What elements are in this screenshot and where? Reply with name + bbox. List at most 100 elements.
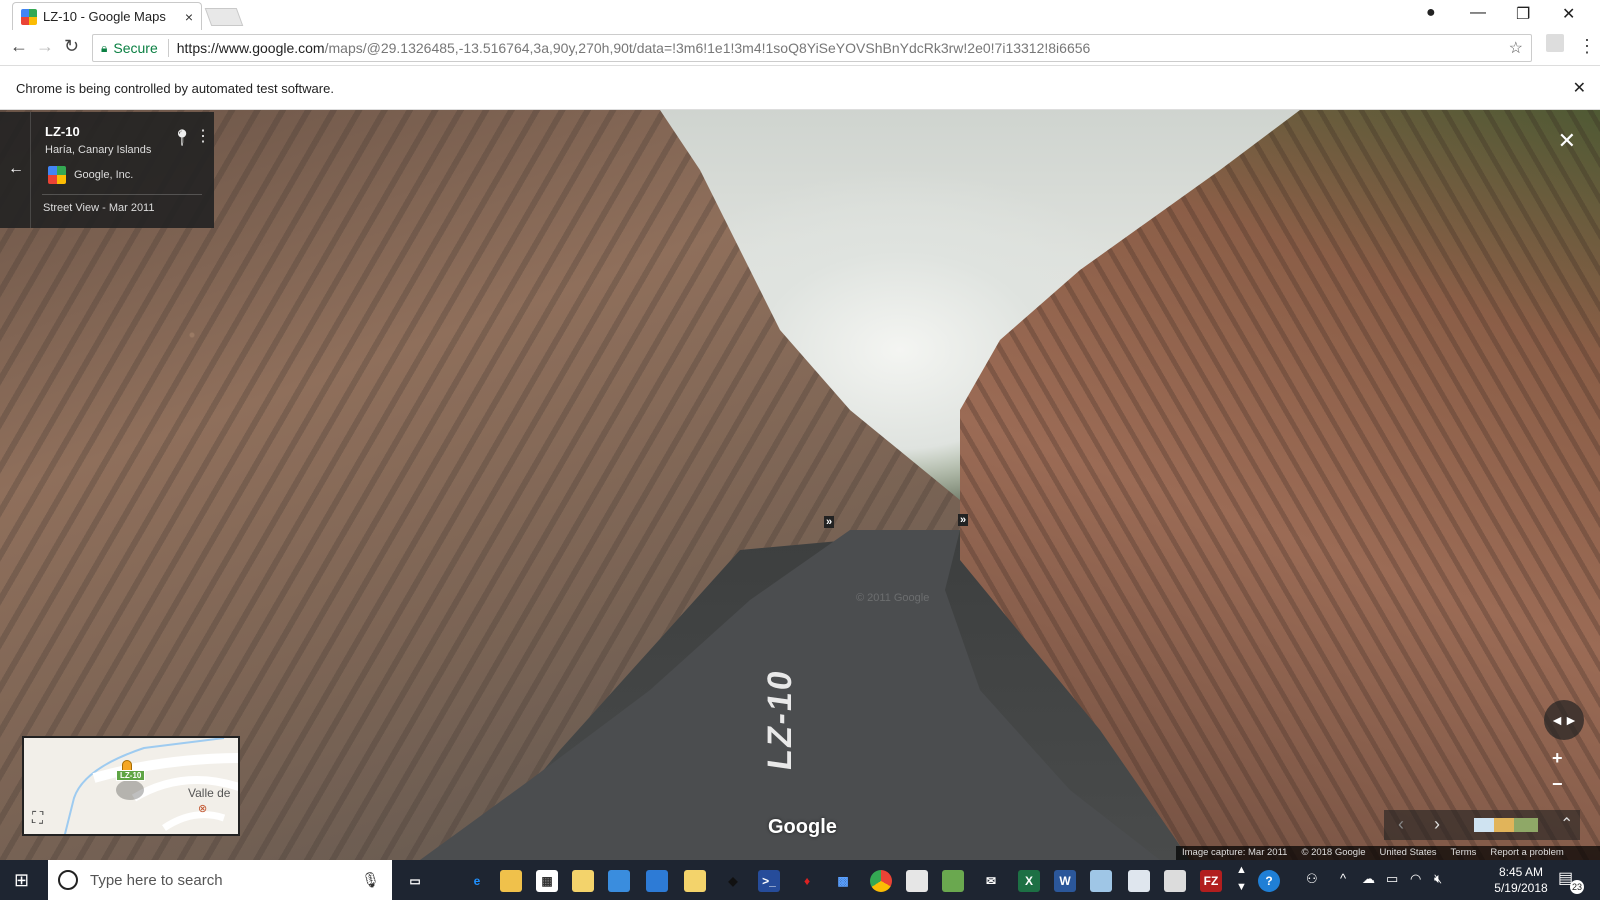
map-pin-icon[interactable]: 📍︎ bbox=[172, 128, 192, 148]
photos-icon[interactable] bbox=[1128, 870, 1150, 892]
file-explorer-icon[interactable] bbox=[500, 870, 522, 892]
url-path: /maps/@29.1326485,-13.516764,3a,90y,270h… bbox=[324, 40, 1091, 56]
minimize-button[interactable]: — bbox=[1470, 4, 1486, 22]
documents-icon[interactable] bbox=[684, 870, 706, 892]
zoom-in-button[interactable]: + bbox=[1552, 748, 1563, 769]
street-view-close-icon[interactable]: ✕ bbox=[1558, 128, 1576, 154]
excel-icon[interactable]: X bbox=[1018, 870, 1040, 892]
store-icon[interactable]: ▦ bbox=[536, 870, 558, 892]
clock-time: 8:45 AM bbox=[1498, 865, 1544, 879]
minimap-place-label: Valle de bbox=[188, 786, 231, 800]
back-to-map-icon[interactable]: ← bbox=[8, 160, 24, 178]
rock-wall-right bbox=[960, 110, 1600, 860]
imagery-watermark: © 2011 Google bbox=[856, 592, 930, 604]
road-shield: LZ-10 bbox=[116, 770, 146, 781]
place-title: LZ-10 bbox=[45, 124, 80, 139]
zoom-out-button[interactable]: − bbox=[1552, 774, 1563, 795]
clock-date: 5/19/2018 bbox=[1494, 881, 1548, 895]
app-icon-3[interactable]: ▩ bbox=[832, 870, 854, 892]
filmstrip-thumbnails[interactable] bbox=[1474, 818, 1538, 832]
road-marking: LZ-10 bbox=[760, 666, 799, 773]
notification-count-badge: 23 bbox=[1570, 880, 1584, 894]
forward-button[interactable]: → bbox=[36, 36, 54, 57]
photo-filmstrip: ‹ › ⌃ bbox=[1384, 810, 1580, 840]
tab-close-icon[interactable]: × bbox=[185, 9, 193, 25]
curve-chevron-sign-left: » bbox=[824, 516, 835, 528]
word-icon[interactable]: W bbox=[1054, 870, 1076, 892]
window-close-button[interactable]: ✕ bbox=[1562, 4, 1575, 24]
outlook-icon[interactable] bbox=[608, 870, 630, 892]
bookmark-star-icon[interactable]: ☆ bbox=[1509, 38, 1523, 58]
filmstrip-expand-icon[interactable]: ⌃ bbox=[1560, 814, 1573, 834]
expand-map-icon[interactable]: ⛶ bbox=[32, 810, 43, 828]
app-icon-2[interactable]: ♦ bbox=[796, 870, 818, 892]
info-card-separator bbox=[42, 194, 202, 195]
image-capture-label: Image capture: Mar 2011 bbox=[1182, 847, 1288, 858]
compass-icon[interactable]: ◄► bbox=[1544, 700, 1584, 740]
onedrive-icon[interactable]: ☁ bbox=[1362, 871, 1375, 887]
filmstrip-prev-icon[interactable]: ‹ bbox=[1398, 814, 1404, 835]
chrome-icon[interactable] bbox=[870, 870, 892, 892]
restore-button[interactable]: ❐ bbox=[1516, 4, 1530, 24]
mail-icon[interactable]: ✉ bbox=[980, 870, 1002, 892]
browser-toolbar: ← → ↻ 🔒︎ Secure https://www.google.com/m… bbox=[0, 30, 1600, 66]
terms-link[interactable]: Terms bbox=[1451, 847, 1477, 859]
taskbar-search-box[interactable]: Type here to search 🎙︎ bbox=[48, 860, 392, 900]
account-icon[interactable]: ● bbox=[1426, 4, 1436, 22]
google-logo: Google bbox=[768, 816, 837, 838]
remote-desktop-icon[interactable] bbox=[1164, 870, 1186, 892]
filezilla-icon[interactable]: FZ bbox=[1200, 870, 1222, 892]
wifi-icon[interactable]: ◠ bbox=[1410, 871, 1421, 887]
back-button[interactable]: ← bbox=[10, 36, 28, 57]
address-bar[interactable]: 🔒︎ Secure https://www.google.com/maps/@2… bbox=[92, 34, 1532, 62]
extension-icon[interactable] bbox=[1546, 34, 1564, 52]
task-view-icon[interactable]: ▭ bbox=[404, 870, 426, 892]
region-link[interactable]: United States bbox=[1379, 847, 1436, 859]
microphone-icon[interactable]: 🎙︎ bbox=[361, 871, 380, 889]
windows-taskbar: ⊞ Type here to search 🎙︎ ▭ e ▦ ◆ >_ ♦ ▩ … bbox=[0, 860, 1600, 900]
browser-tab[interactable]: LZ-10 - Google Maps × bbox=[12, 2, 202, 30]
lock-icon: 🔒︎ bbox=[101, 40, 108, 55]
app-icon-4[interactable] bbox=[906, 870, 928, 892]
street-view-info-card: ← LZ-10 Haría, Canary Islands 📍︎ ⋮ Googl… bbox=[0, 112, 214, 228]
tab-title: LZ-10 - Google Maps bbox=[43, 9, 166, 24]
windows-start-icon[interactable]: ⊞ bbox=[14, 870, 29, 891]
report-problem-link[interactable]: Report a problem bbox=[1490, 847, 1563, 859]
infobar-text: Chrome is being controlled by automated … bbox=[16, 81, 334, 96]
place-subtitle: Haría, Canary Islands bbox=[45, 144, 152, 156]
more-options-icon[interactable]: ⋮ bbox=[195, 126, 211, 146]
network-icon[interactable] bbox=[646, 870, 668, 892]
browser-tabstrip: LZ-10 - Google Maps × ● — ❐ ✕ bbox=[0, 0, 1600, 30]
omnibox-divider bbox=[167, 39, 169, 57]
new-tab-button[interactable] bbox=[204, 8, 244, 26]
volume-muted-icon[interactable]: 🔇︎ bbox=[1434, 871, 1442, 887]
powershell-icon[interactable]: >_ bbox=[758, 870, 780, 892]
street-view-panorama[interactable]: LZ-10 » » © 2011 Google bbox=[0, 110, 1600, 860]
show-hidden-icons-icon[interactable]: ^ bbox=[1340, 871, 1346, 886]
people-icon[interactable]: ⚇ bbox=[1306, 871, 1318, 887]
cortana-icon bbox=[58, 870, 78, 890]
taskbar-scroll-icon[interactable]: ▲ ▼ bbox=[1236, 862, 1247, 896]
folder-icon[interactable] bbox=[572, 870, 594, 892]
restaurant-icon: ⊗ bbox=[198, 803, 208, 815]
battery-icon[interactable]: ▭ bbox=[1386, 871, 1398, 887]
copyright-label: © 2018 Google bbox=[1301, 847, 1366, 858]
system-clock[interactable]: 8:45 AM 5/19/2018 bbox=[1488, 864, 1554, 896]
app-icon-1[interactable]: ◆ bbox=[722, 870, 744, 892]
capture-date-label[interactable]: Street View - Mar 2011 bbox=[43, 202, 154, 214]
author-label[interactable]: Google, Inc. bbox=[74, 169, 133, 181]
google-maps-logo-icon bbox=[48, 166, 66, 184]
curve-chevron-sign-right: » bbox=[958, 514, 969, 526]
help-icon[interactable]: ? bbox=[1258, 870, 1280, 892]
taskbar-search-placeholder: Type here to search bbox=[90, 871, 223, 889]
infobar-close-icon[interactable]: ✕ bbox=[1573, 78, 1586, 98]
info-card-divider bbox=[30, 112, 31, 228]
edge-icon[interactable]: e bbox=[466, 870, 488, 892]
app-icon-6[interactable] bbox=[1090, 870, 1112, 892]
secure-label: Secure bbox=[113, 40, 158, 56]
app-icon-5[interactable] bbox=[942, 870, 964, 892]
minimap[interactable]: LZ-10 Valle de ⊗ ⛶ bbox=[22, 736, 240, 836]
reload-button[interactable]: ↻ bbox=[64, 36, 79, 57]
filmstrip-next-icon[interactable]: › bbox=[1434, 814, 1440, 835]
chrome-menu-icon[interactable]: ⋮ bbox=[1578, 36, 1596, 57]
